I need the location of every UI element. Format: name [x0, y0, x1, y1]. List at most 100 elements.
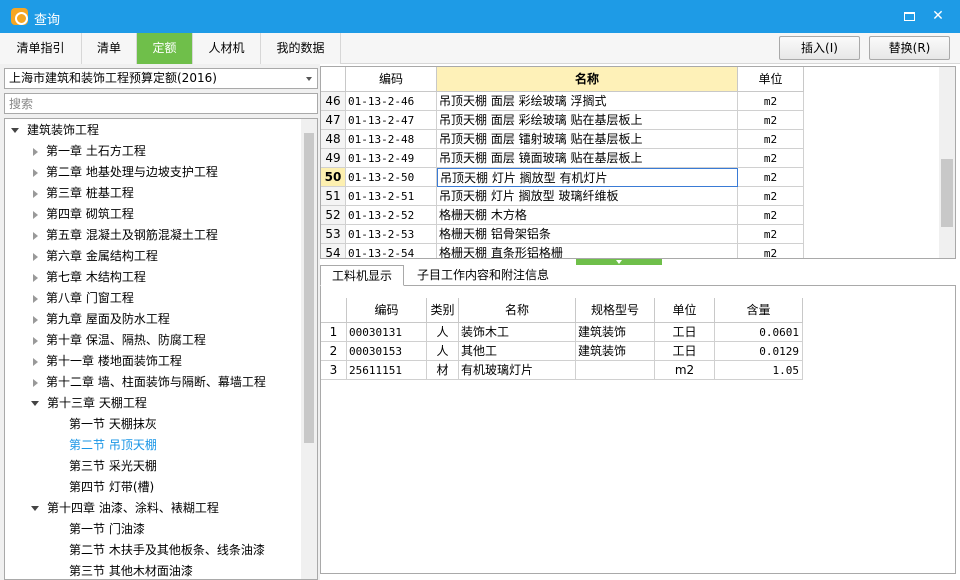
search-input[interactable]: [4, 93, 318, 114]
collapsed-arrow-icon[interactable]: [33, 168, 38, 177]
replace-button[interactable]: 替换(R): [869, 36, 950, 60]
quota-unit-cell[interactable]: m2: [738, 92, 804, 111]
material-name-cell[interactable]: 有机玻璃灯片: [459, 361, 576, 380]
quota-name-cell[interactable]: 吊顶天棚 面层 彩绘玻璃 贴在基层板上: [437, 111, 738, 130]
column-header-unit[interactable]: 单位: [738, 67, 804, 92]
quota-name-cell[interactable]: 格栅天棚 铝骨架铝条: [437, 225, 738, 244]
material-spec-cell[interactable]: 建筑装饰: [576, 342, 655, 361]
tab-quota[interactable]: 定额: [137, 33, 193, 64]
quota-code-cell[interactable]: 01-13-2-50: [346, 168, 437, 187]
material-qty-cell[interactable]: 1.05: [715, 361, 803, 380]
quota-grid-scrollbar[interactable]: [939, 67, 955, 258]
tab-list[interactable]: 清单: [82, 33, 137, 64]
tree-item[interactable]: 第九章 屋面及防水工程: [31, 309, 170, 330]
material-name-cell[interactable]: 装饰木工: [459, 323, 576, 342]
material-type-cell[interactable]: 人: [427, 342, 459, 361]
detail-header-type[interactable]: 类别: [427, 298, 459, 323]
collapsed-arrow-icon[interactable]: [33, 231, 38, 240]
tree-item[interactable]: 第八章 门窗工程: [31, 288, 134, 309]
collapsed-arrow-icon[interactable]: [33, 294, 38, 303]
material-unit-cell[interactable]: 工日: [655, 342, 715, 361]
row-number[interactable]: 52: [321, 206, 346, 225]
row-number[interactable]: 1: [321, 323, 347, 342]
pane-splitter[interactable]: [576, 259, 662, 265]
tree-item[interactable]: 第一节 天棚抹灰: [69, 414, 157, 435]
quota-code-cell[interactable]: 01-13-2-52: [346, 206, 437, 225]
quota-unit-cell[interactable]: m2: [738, 149, 804, 168]
quota-name-cell[interactable]: 吊顶天棚 面层 彩绘玻璃 浮搁式: [437, 92, 738, 111]
tree-item[interactable]: 第三节 采光天棚: [69, 456, 157, 477]
expanded-arrow-icon[interactable]: [31, 506, 39, 511]
quota-code-cell[interactable]: 01-13-2-53: [346, 225, 437, 244]
quota-code-cell[interactable]: 01-13-2-47: [346, 111, 437, 130]
tab-labor-material-machine[interactable]: 人材机: [193, 33, 261, 64]
quota-code-cell[interactable]: 01-13-2-46: [346, 92, 437, 111]
column-header-code[interactable]: 编码: [346, 67, 437, 92]
tree-item[interactable]: 第四节 灯带(槽): [69, 477, 154, 498]
tree-item[interactable]: 第一节 门油漆: [69, 519, 145, 540]
quota-name-cell[interactable]: 吊顶天棚 灯片 搁放型 玻璃纤维板: [437, 187, 738, 206]
material-code-cell[interactable]: 00030131: [347, 323, 427, 342]
tree-item[interactable]: 第六章 金属结构工程: [31, 246, 158, 267]
material-name-cell[interactable]: 其他工: [459, 342, 576, 361]
expanded-arrow-icon[interactable]: [31, 401, 39, 406]
quota-library-select[interactable]: 上海市建筑和装饰工程预算定额(2016): [4, 68, 318, 89]
material-unit-cell[interactable]: 工日: [655, 323, 715, 342]
tree-item[interactable]: 第二节 木扶手及其他板条、线条油漆: [69, 540, 265, 561]
tree-item[interactable]: 第十一章 楼地面装饰工程: [31, 351, 182, 372]
quota-unit-cell[interactable]: m2: [738, 187, 804, 206]
detail-header-unit[interactable]: 单位: [655, 298, 715, 323]
row-number[interactable]: 51: [321, 187, 346, 206]
tree-item[interactable]: 第一章 土石方工程: [31, 141, 146, 162]
row-number[interactable]: 47: [321, 111, 346, 130]
quota-unit-cell[interactable]: m2: [738, 168, 804, 187]
tree-scrollbar-thumb[interactable]: [304, 133, 314, 443]
quota-name-cell[interactable]: 吊顶天棚 面层 镭射玻璃 贴在基层板上: [437, 130, 738, 149]
detail-header-code[interactable]: 编码: [347, 298, 427, 323]
material-type-cell[interactable]: 材: [427, 361, 459, 380]
tree-item[interactable]: 第十二章 墙、柱面装饰与隔断、幕墙工程: [31, 372, 266, 393]
close-button[interactable]: ✕: [927, 6, 949, 26]
row-number[interactable]: 50: [321, 168, 346, 187]
quota-unit-cell[interactable]: m2: [738, 111, 804, 130]
quota-code-cell[interactable]: 01-13-2-48: [346, 130, 437, 149]
detail-header-spec[interactable]: 规格型号: [576, 298, 655, 323]
quota-unit-cell[interactable]: m2: [738, 130, 804, 149]
maximize-button[interactable]: [898, 6, 920, 26]
expanded-arrow-icon[interactable]: [11, 128, 19, 133]
collapsed-arrow-icon[interactable]: [33, 357, 38, 366]
quota-name-cell[interactable]: 吊顶天棚 灯片 搁放型 有机灯片: [437, 168, 738, 187]
tree-item[interactable]: 第十三章 天棚工程: [31, 393, 147, 414]
quota-unit-cell[interactable]: m2: [738, 244, 804, 258]
quota-name-cell[interactable]: 吊顶天棚 面层 镜面玻璃 贴在基层板上: [437, 149, 738, 168]
tree-item[interactable]: 第十章 保温、隔热、防腐工程: [31, 330, 206, 351]
tree-item[interactable]: 第十四章 油漆、涂料、裱糊工程: [31, 498, 219, 519]
tree-item[interactable]: 第五章 混凝土及钢筋混凝土工程: [31, 225, 218, 246]
material-qty-cell[interactable]: 0.0129: [715, 342, 803, 361]
tree-item[interactable]: 第三章 桩基工程: [31, 183, 134, 204]
tree-item[interactable]: 第四章 砌筑工程: [31, 204, 134, 225]
tree-item[interactable]: 第二章 地基处理与边坡支护工程: [31, 162, 218, 183]
material-qty-cell[interactable]: 0.0601: [715, 323, 803, 342]
quota-code-cell[interactable]: 01-13-2-54: [346, 244, 437, 258]
material-unit-cell[interactable]: m2: [655, 361, 715, 380]
detail-header-qty[interactable]: 含量: [715, 298, 803, 323]
row-number[interactable]: 53: [321, 225, 346, 244]
quota-name-cell[interactable]: 格栅天棚 直条形铝格栅: [437, 244, 738, 258]
collapsed-arrow-icon[interactable]: [33, 252, 38, 261]
collapsed-arrow-icon[interactable]: [33, 378, 38, 387]
tree-scrollbar[interactable]: [301, 119, 317, 579]
row-number[interactable]: 54: [321, 244, 346, 258]
material-code-cell[interactable]: 00030153: [347, 342, 427, 361]
quota-code-cell[interactable]: 01-13-2-51: [346, 187, 437, 206]
material-code-cell[interactable]: 25611151: [347, 361, 427, 380]
material-spec-cell[interactable]: [576, 361, 655, 380]
collapsed-arrow-icon[interactable]: [33, 210, 38, 219]
row-number[interactable]: 3: [321, 361, 347, 380]
material-spec-cell[interactable]: 建筑装饰: [576, 323, 655, 342]
tree-item[interactable]: 第七章 木结构工程: [31, 267, 146, 288]
quota-name-cell[interactable]: 格栅天棚 木方格: [437, 206, 738, 225]
tree-item[interactable]: 第三节 其他木材面油漆: [69, 561, 193, 579]
row-number[interactable]: 49: [321, 149, 346, 168]
tree-item[interactable]: 建筑装饰工程: [11, 120, 99, 141]
